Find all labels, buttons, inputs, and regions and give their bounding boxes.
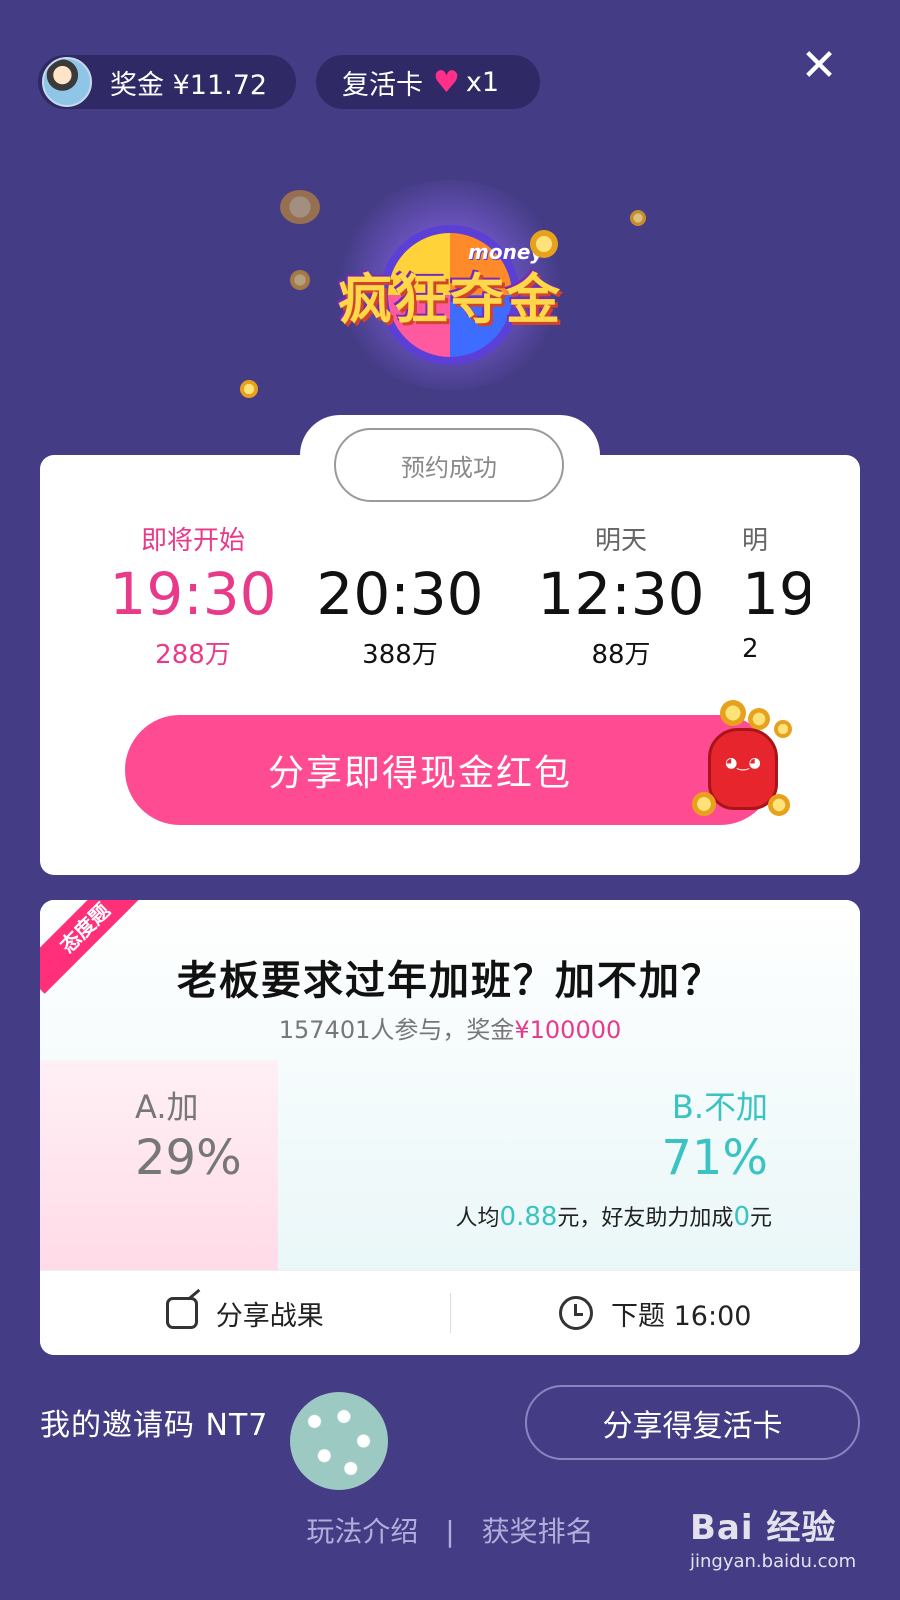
coin-icon (768, 794, 790, 816)
game-logo: 疯狂夺金 money (240, 170, 646, 420)
baidu-watermark: Bai 经验 jingyan.baidu.com (690, 1500, 856, 1572)
session-item[interactable]: 明 19 2 (742, 520, 810, 664)
session-prize: 388万 (362, 640, 438, 670)
next-question-label: 下题 16:00 (611, 1300, 752, 1332)
coin-icon (240, 380, 258, 398)
ranking-link[interactable]: 获奖排名 (482, 1515, 594, 1548)
avg-prefix: 人均 (455, 1206, 500, 1231)
option-b-percent: 71% (661, 1130, 768, 1186)
session-item[interactable]: 明天 12:30 88万 (513, 520, 729, 671)
decorative-sticker (290, 1392, 388, 1490)
invite-code: 我的邀请码 NT7 (40, 1408, 269, 1443)
poll-participants: 157401人参与，奖金 (278, 1016, 515, 1044)
option-b-label: B.不加 (671, 1088, 768, 1126)
coin-icon (630, 210, 646, 226)
mascot-face: ◕‿◕ (725, 755, 761, 771)
watermark-url: jingyan.baidu.com (690, 1551, 857, 1572)
poll-question: 老板要求过年加班？加不加？ (177, 958, 723, 1004)
option-a-percent: 29% (135, 1130, 242, 1186)
session-prize: 288万 (155, 640, 231, 670)
share-revive-card-button[interactable]: 分享得复活卡 (525, 1385, 860, 1460)
share-result-button[interactable]: 分享战果 (40, 1271, 450, 1355)
session-time: 12:30 (537, 560, 705, 628)
revive-card-pill[interactable]: 复活卡 ♥ x1 (316, 55, 540, 109)
session-item[interactable]: 即将开始 19:30 288万 (85, 520, 301, 671)
coin-icon (720, 700, 746, 726)
avg-bonus: 0 (733, 1202, 750, 1232)
poll-footer: 分享战果 下题 16:00 (40, 1270, 860, 1355)
heart-icon: ♥ (433, 64, 460, 100)
option-a-label: A.加 (135, 1088, 199, 1126)
session-time: 19:30 (109, 560, 277, 628)
avg-suffix: 元 (749, 1206, 772, 1231)
red-packet-mascot-icon: ◕‿◕ (690, 700, 800, 820)
clock-icon (559, 1296, 594, 1330)
avg-mid: 元，好友助力加成 (557, 1206, 734, 1231)
session-time: 19 (742, 560, 810, 628)
coin-icon (530, 230, 558, 258)
bonus-label: 奖金 ¥11.72 (110, 69, 268, 101)
coin-icon (692, 792, 716, 816)
watermark-logo: Bai 经验 (690, 1508, 837, 1548)
revive-count: x1 (465, 66, 500, 98)
coin-icon (280, 190, 320, 224)
share-red-packet-button[interactable]: 分享即得现金红包 (125, 715, 775, 825)
session-item[interactable]: 20:30 388万 (292, 520, 508, 671)
session-day (292, 520, 508, 554)
coin-icon (774, 720, 792, 738)
poll-card: 态度题 老板要求过年加班？加不加？ 157401人参与，奖金¥100000 A.… (40, 900, 860, 1355)
session-prize: 88万 (591, 640, 651, 670)
session-day: 明天 (594, 526, 647, 556)
poll-meta: 157401人参与，奖金¥100000 (40, 1010, 860, 1045)
share-icon (165, 1297, 198, 1329)
session-prize: 2 (742, 634, 759, 664)
coin-icon (290, 270, 310, 290)
avatar (42, 57, 92, 107)
session-list[interactable]: 即将开始 19:30 288万 20:30 388万 明天 12:30 88万 … (40, 520, 810, 690)
coin-icon (748, 708, 770, 730)
bonus-pill[interactable]: 奖金 ¥11.72 (38, 55, 296, 109)
session-day: 即将开始 (140, 526, 245, 556)
next-question-info: 下题 16:00 (451, 1271, 861, 1355)
session-day: 明 (742, 526, 769, 556)
avg-value: 0.88 (499, 1202, 558, 1232)
share-result-label: 分享战果 (215, 1300, 324, 1332)
link-separator: | (445, 1515, 455, 1548)
reward-summary: 人均0.88元，好友助力加成0元 (456, 1200, 772, 1232)
close-button[interactable]: ✕ (797, 44, 841, 88)
logo-title: 疯狂夺金 (338, 268, 562, 331)
poll-prize: ¥100000 (514, 1016, 622, 1044)
revive-label: 复活卡 (342, 69, 423, 101)
booked-button[interactable]: 预约成功 (334, 428, 564, 502)
rules-link[interactable]: 玩法介绍 (306, 1515, 418, 1548)
session-time: 20:30 (316, 560, 484, 628)
